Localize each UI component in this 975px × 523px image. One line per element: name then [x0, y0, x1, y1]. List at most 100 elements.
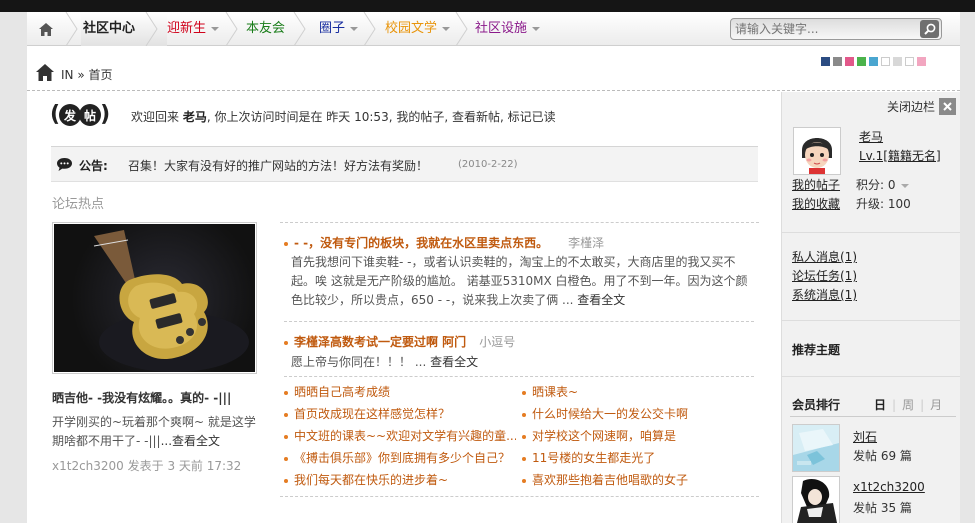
list-item[interactable]: 晒课表~ [522, 383, 754, 400]
private-messages-link[interactable]: 私人消息(1) [792, 248, 857, 265]
style-swatch[interactable] [845, 57, 854, 66]
guitar-photo [54, 224, 255, 372]
nav-item-literature[interactable]: 校园文学 [385, 12, 451, 46]
tab-week[interactable]: 周 [902, 398, 914, 412]
post-char: 发 [59, 104, 82, 126]
announcement-text[interactable]: 召集！大家有没有好的推广网站的方法！好方法有奖励！ [128, 157, 428, 174]
bullet-icon [522, 434, 526, 439]
list-item[interactable]: 什么时候给大一的发公交卡啊 [522, 405, 754, 422]
nav-item-freshmen[interactable]: 迎新生 [167, 12, 220, 46]
nav-separator [65, 12, 79, 46]
close-icon[interactable] [939, 98, 956, 115]
nav-item-label: 校园文学 [385, 21, 438, 36]
list-item[interactable]: 中文班的课表~~欢迎对文学有兴趣的童... [284, 427, 516, 444]
top-topic[interactable]: 李槿泽高数考试一定要过啊 阿门 小逗号 [284, 333, 515, 350]
nav-separator [455, 12, 469, 46]
list-item-title[interactable]: 晒晒自己高考成绩 [294, 385, 390, 399]
my-favorites-link[interactable]: 我的收藏 [792, 195, 840, 212]
read-more-link[interactable]: 查看全文 [577, 293, 625, 307]
top-topic[interactable]: - -，没有专门的板块，我就在水区里卖点东西。 李槿泽 [284, 234, 604, 251]
list-item-title[interactable]: 11号楼的女生都走光了 [532, 451, 655, 465]
list-item-title[interactable]: 晒课表~ [532, 385, 578, 399]
tab-divider: | [892, 398, 897, 412]
avatar[interactable] [793, 127, 841, 175]
member-name[interactable]: 刘石 [853, 428, 877, 445]
style-swatch[interactable] [857, 57, 866, 66]
nav-item-alumni[interactable]: 本友会 [246, 12, 285, 46]
close-sidebar[interactable]: 关闭边栏 [887, 98, 956, 115]
bullet-icon [284, 340, 288, 345]
my-posts-link[interactable]: 我的帖子 [792, 176, 840, 193]
top-topic-title[interactable]: 李槿泽高数考试一定要过啊 阿门 [294, 335, 466, 349]
breadcrumb-bar: IN » 首页 [27, 47, 960, 91]
style-swatch[interactable] [821, 57, 830, 66]
chevron-down-icon [900, 183, 909, 188]
style-swatch[interactable] [833, 57, 842, 66]
list-item[interactable]: 晒晒自己高考成绩 [284, 383, 516, 400]
search-button[interactable] [920, 20, 939, 38]
list-item-title[interactable]: 我们每天都在快乐的进步着~ [294, 473, 448, 487]
list-item-title[interactable]: 首页改成现在这样感觉怎样？ [294, 407, 450, 421]
user-level[interactable]: Lv.1[籍籍无名] [859, 147, 941, 164]
style-swatch[interactable] [905, 57, 914, 66]
new-post-button[interactable]: ( 发 帖 ) [50, 101, 110, 129]
member-name[interactable]: x1t2ch3200 [853, 480, 925, 494]
bracket-right: ) [100, 102, 111, 127]
chevron-down-icon [442, 26, 451, 31]
featured-title[interactable]: 晒吉他- -我没有炫耀。。真的- -||| [52, 389, 231, 406]
home-icon[interactable] [36, 64, 54, 81]
ranking-member: x1t2ch3200 发帖 35 篇 [792, 476, 952, 523]
member-posts: 发帖 35 篇 [853, 501, 912, 515]
top-topic-author[interactable]: 李槿泽 [568, 236, 604, 250]
list-item-title[interactable]: 对学校这个网速啊，咱算是 [532, 429, 676, 443]
bullet-icon [522, 456, 526, 461]
list-item[interactable]: 我们每天都在快乐的进步着~ [284, 471, 516, 488]
hot-section-title: 论坛热点 [52, 197, 105, 212]
mark-read-link[interactable]: 标记已读 [508, 110, 556, 124]
home-tab[interactable] [27, 12, 65, 46]
read-more-link[interactable]: 查看全文 [430, 355, 478, 369]
welcome-line: 欢迎回来 老马, 你上次访问时间是在 昨天 10:53, 我的帖子, 查看新帖,… [131, 108, 556, 125]
announcement-bar: 公告: 召集！大家有没有好的推广网站的方法！好方法有奖励！ (2010-2-22… [51, 146, 758, 182]
my-posts-link[interactable]: 我的帖子, [396, 110, 448, 124]
tab-month[interactable]: 月 [930, 398, 942, 412]
welcome-username[interactable]: 老马 [183, 110, 207, 124]
avatar[interactable] [792, 424, 840, 472]
points-value[interactable]: 积分: 0 [856, 176, 909, 193]
list-item-title[interactable]: 《搏击俱乐部》你到底拥有多少个自己？ [294, 451, 510, 465]
style-swatch[interactable] [893, 57, 902, 66]
forum-tasks-link[interactable]: 论坛任务(1) [792, 267, 857, 284]
list-item[interactable]: 喜欢那些抱着吉他唱歌的女子 [522, 471, 754, 488]
top-topic-title[interactable]: - -，没有专门的板块，我就在水区里卖点东西。 [294, 236, 548, 250]
style-swatch[interactable] [917, 57, 926, 66]
nav-item-label: 社区设施 [475, 21, 528, 36]
nav-item-facilities[interactable]: 社区设施 [475, 12, 541, 46]
bullet-icon [522, 478, 526, 483]
list-item[interactable]: 首页改成现在这样感觉怎样？ [284, 405, 516, 422]
featured-meta: x1t2ch3200 发表于 3 天前 17:32 [52, 459, 242, 473]
breadcrumb[interactable]: IN » 首页 [61, 66, 113, 83]
search-box [730, 18, 942, 40]
close-sidebar-label[interactable]: 关闭边栏 [887, 98, 935, 115]
tab-day[interactable]: 日 [874, 398, 886, 412]
search-input[interactable] [735, 21, 915, 37]
style-swatch[interactable] [869, 57, 878, 66]
nav-item-circles[interactable]: 圈子 [319, 12, 359, 46]
system-messages-link[interactable]: 系统消息(1) [792, 286, 857, 303]
featured-read-more[interactable]: ...查看全文 [161, 434, 220, 448]
avatar[interactable] [792, 476, 840, 523]
new-posts-link[interactable]: 查看新帖, [452, 110, 504, 124]
home-icon [39, 22, 53, 36]
list-item[interactable]: 《搏击俱乐部》你到底拥有多少个自己？ [284, 449, 516, 466]
featured-desc: 开学刚买的~玩着那个爽啊~ 就是这学期啥都不用干了- -|||...查看全文 [52, 413, 257, 451]
username-link[interactable]: 老马 [859, 128, 883, 145]
list-item[interactable]: 对学校这个网速啊，咱算是 [522, 427, 754, 444]
announcement-date: (2010-2-22) [458, 159, 518, 170]
list-item[interactable]: 11号楼的女生都走光了 [522, 449, 754, 466]
top-topic-author[interactable]: 小逗号 [479, 335, 515, 349]
list-item-title[interactable]: 喜欢那些抱着吉他唱歌的女子 [532, 473, 688, 487]
style-swatch[interactable] [881, 57, 890, 66]
featured-image[interactable] [52, 222, 257, 374]
list-item-title[interactable]: 什么时候给大一的发公交卡啊 [532, 407, 688, 421]
list-item-title[interactable]: 中文班的课表~~欢迎对文学有兴趣的童... [294, 429, 516, 443]
